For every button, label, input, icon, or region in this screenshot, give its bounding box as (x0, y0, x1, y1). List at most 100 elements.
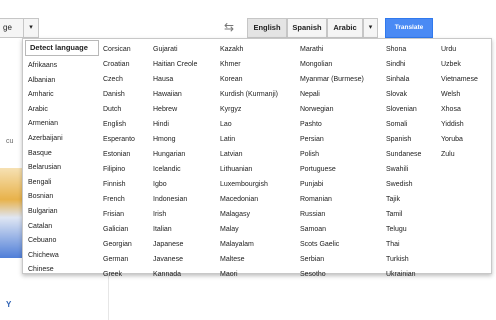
language-option[interactable]: Tajik (386, 192, 421, 207)
language-option[interactable]: Haitian Creole (153, 57, 197, 72)
language-option[interactable]: Hindi (153, 117, 197, 132)
language-option[interactable]: Malayalam (220, 237, 278, 252)
language-option[interactable]: Xhosa (441, 102, 478, 117)
language-option[interactable]: Catalan (28, 220, 63, 235)
language-option[interactable]: Malagasy (220, 207, 278, 222)
language-option[interactable]: Corsican (103, 42, 135, 57)
language-option[interactable]: Pashto (300, 117, 364, 132)
language-option[interactable]: Sesotho (300, 267, 364, 282)
language-option[interactable]: Hausa (153, 72, 197, 87)
language-option[interactable]: Uzbek (441, 57, 478, 72)
language-option[interactable]: Kazakh (220, 42, 278, 57)
language-option[interactable]: Thai (386, 237, 421, 252)
language-option[interactable]: Zulu (441, 147, 478, 162)
language-option[interactable]: Lithuanian (220, 162, 278, 177)
language-option[interactable]: Icelandic (153, 162, 197, 177)
language-option[interactable]: Maltese (220, 252, 278, 267)
language-option[interactable]: Romanian (300, 192, 364, 207)
language-option[interactable]: Lao (220, 117, 278, 132)
language-option[interactable]: Galician (103, 222, 135, 237)
language-option[interactable]: Sindhi (386, 57, 421, 72)
language-option[interactable]: Swahili (386, 162, 421, 177)
language-option[interactable]: Amharic (28, 88, 63, 103)
language-option[interactable]: Japanese (153, 237, 197, 252)
language-option[interactable]: Tamil (386, 207, 421, 222)
language-option[interactable]: Kyrgyz (220, 102, 278, 117)
language-option[interactable]: Punjabi (300, 177, 364, 192)
language-option[interactable]: Esperanto (103, 132, 135, 147)
language-option[interactable]: Malay (220, 222, 278, 237)
chevron-down-icon[interactable]: ▾ (23, 18, 39, 38)
target-tab-spanish[interactable]: Spanish (287, 18, 327, 38)
language-option[interactable]: Arabic (28, 103, 63, 118)
language-option[interactable]: Belarusian (28, 161, 63, 176)
language-option[interactable]: Turkish (386, 252, 421, 267)
language-option[interactable]: Bulgarian (28, 205, 63, 220)
language-option[interactable]: Luxembourgish (220, 177, 278, 192)
language-option[interactable]: Somali (386, 117, 421, 132)
language-option[interactable]: Urdu (441, 42, 478, 57)
language-option[interactable]: Norwegian (300, 102, 364, 117)
language-option[interactable]: Chichewa (28, 249, 63, 264)
language-option[interactable]: Samoan (300, 222, 364, 237)
language-option[interactable]: Maori (220, 267, 278, 282)
language-option[interactable]: Hebrew (153, 102, 197, 117)
language-option[interactable]: Nepali (300, 87, 364, 102)
language-option[interactable]: Marathi (300, 42, 364, 57)
language-option[interactable]: German (103, 252, 135, 267)
language-option[interactable]: Filipino (103, 162, 135, 177)
language-option[interactable]: Persian (300, 132, 364, 147)
language-option[interactable]: Ukrainian (386, 267, 421, 282)
language-option[interactable]: Macedonian (220, 192, 278, 207)
language-option[interactable]: Sinhala (386, 72, 421, 87)
language-option[interactable]: Basque (28, 147, 63, 162)
language-option[interactable]: Vietnamese (441, 72, 478, 87)
language-option[interactable]: Indonesian (153, 192, 197, 207)
language-option[interactable]: Slovenian (386, 102, 421, 117)
language-option[interactable]: Estonian (103, 147, 135, 162)
language-option[interactable]: Latvian (220, 147, 278, 162)
language-option[interactable]: Korean (220, 72, 278, 87)
language-option[interactable]: Javanese (153, 252, 197, 267)
language-option[interactable]: Finnish (103, 177, 135, 192)
language-option[interactable]: Spanish (386, 132, 421, 147)
language-option[interactable]: Serbian (300, 252, 364, 267)
language-option[interactable]: French (103, 192, 135, 207)
language-option[interactable]: Kannada (153, 267, 197, 282)
swap-languages-icon[interactable]: ⇆ (222, 20, 236, 34)
language-option[interactable]: Georgian (103, 237, 135, 252)
language-option[interactable]: Czech (103, 72, 135, 87)
language-option[interactable]: Italian (153, 222, 197, 237)
language-option[interactable]: Dutch (103, 102, 135, 117)
target-more-chevron-icon[interactable]: ▾ (363, 18, 378, 38)
target-tab-english[interactable]: English (247, 18, 287, 38)
language-option[interactable]: Mongolian (300, 57, 364, 72)
language-option[interactable]: Hmong (153, 132, 197, 147)
language-option[interactable]: Sundanese (386, 147, 421, 162)
language-option[interactable]: Igbo (153, 177, 197, 192)
language-option[interactable]: Cebuano (28, 234, 63, 249)
language-option[interactable]: Portuguese (300, 162, 364, 177)
language-option[interactable]: Yiddish (441, 117, 478, 132)
language-option[interactable]: Myanmar (Burmese) (300, 72, 364, 87)
detect-language-option[interactable]: Detect language (25, 40, 99, 56)
language-option[interactable]: Kurdish (Kurmanji) (220, 87, 278, 102)
language-option[interactable]: Danish (103, 87, 135, 102)
language-option[interactable]: Bosnian (28, 190, 63, 205)
language-option[interactable]: Azerbaijani (28, 132, 63, 147)
language-option[interactable]: Scots Gaelic (300, 237, 364, 252)
language-option[interactable]: Greek (103, 267, 135, 282)
target-tab-arabic[interactable]: Arabic (327, 18, 363, 38)
language-option[interactable]: Yoruba (441, 132, 478, 147)
language-option[interactable]: English (103, 117, 135, 132)
language-option[interactable]: Polish (300, 147, 364, 162)
language-option[interactable]: Welsh (441, 87, 478, 102)
language-option[interactable]: Armenian (28, 117, 63, 132)
language-option[interactable]: Irish (153, 207, 197, 222)
language-option[interactable]: Afrikaans (28, 59, 63, 74)
language-option[interactable]: Chinese (28, 263, 63, 278)
language-option[interactable]: Bengali (28, 176, 63, 191)
language-option[interactable]: Albanian (28, 74, 63, 89)
language-option[interactable]: Shona (386, 42, 421, 57)
language-option[interactable]: Hawaiian (153, 87, 197, 102)
